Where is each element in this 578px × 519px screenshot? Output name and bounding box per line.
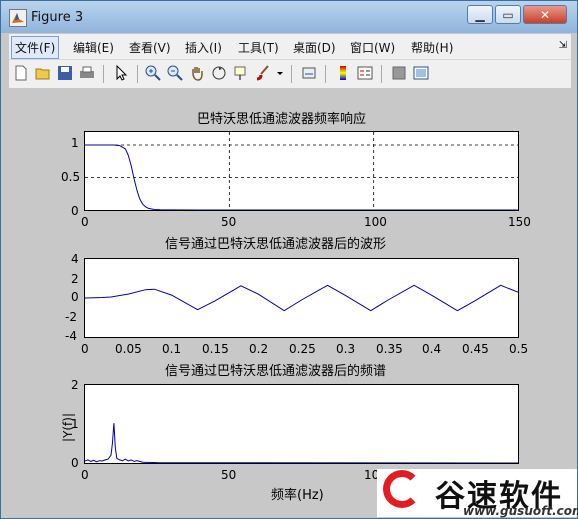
plot3-axes[interactable] — [84, 384, 519, 464]
plot2-ytick: -2 — [65, 310, 77, 324]
plot2-ytick: 4 — [71, 252, 79, 266]
toolbar-separator — [291, 65, 292, 83]
menu-window[interactable]: 窗口(W) — [350, 39, 395, 56]
zoom-in-icon[interactable] — [145, 65, 161, 81]
plot3-ylabel: |Y(f)| — [61, 412, 75, 442]
plot2-xtick: 0.2 — [249, 342, 269, 356]
plot1-ytick: 1 — [71, 136, 79, 150]
plot2-xtick: 0.35 — [376, 342, 403, 356]
menu-insert[interactable]: 插入(I) — [185, 39, 222, 56]
plot2-xtick: 0.1 — [162, 342, 182, 356]
plot1-xtick: 150 — [508, 215, 531, 229]
plot1-ytick: 0.5 — [61, 170, 81, 184]
figure-window: Figure 3 ▁ ▭ ✕ 文件(F) 编辑(E) 查看(V) 插入(I) 工… — [0, 0, 578, 519]
open-icon[interactable] — [35, 65, 51, 81]
save-icon[interactable] — [57, 65, 73, 81]
title-bar[interactable]: Figure 3 ▁ ▭ ✕ — [1, 1, 577, 33]
print-icon[interactable] — [79, 65, 95, 81]
menu-desktop[interactable]: 桌面(D) — [293, 39, 336, 56]
rotate-3d-icon[interactable] — [211, 65, 227, 81]
brand-url: www.gusuoft.com — [463, 504, 578, 518]
plot3-xtick: 0 — [81, 468, 89, 482]
plot2-ytick: 0 — [71, 290, 79, 304]
data-cursor-icon[interactable] — [233, 65, 249, 81]
plot2-svg — [85, 284, 518, 312]
plot2-axes[interactable] — [84, 258, 519, 338]
pan-hand-icon[interactable] — [189, 65, 205, 81]
new-figure-icon[interactable] — [13, 65, 29, 81]
plot2-title: 信号通过巴特沃思低通滤波器后的波形 — [165, 237, 387, 252]
colorbar-icon[interactable] — [335, 65, 351, 81]
plot1-axes[interactable] — [84, 131, 519, 211]
plot2-xtick: 0.4 — [422, 342, 442, 356]
plot2-xtick: 0.05 — [115, 342, 142, 356]
toolbar-separator — [381, 65, 382, 83]
plot1-title: 巴特沃思低通滤波器频率响应 — [197, 112, 367, 127]
close-icon: ✕ — [539, 8, 551, 22]
plot2-ytick: 2 — [71, 272, 79, 286]
plot1-svg — [85, 132, 518, 210]
window-title: Figure 3 — [31, 10, 84, 25]
minimize-button[interactable]: ▁ — [467, 5, 493, 24]
link-icon[interactable] — [301, 65, 317, 81]
plot2-xtick: 0.25 — [289, 342, 316, 356]
plot3-ytick: 2 — [71, 378, 79, 392]
plot1-ytick: 0 — [71, 204, 79, 218]
pointer-icon[interactable] — [113, 64, 129, 81]
toolbar-separator — [103, 65, 104, 83]
plot3-title: 信号通过巴特沃思低通滤波器后的频谱 — [165, 364, 387, 379]
brush-icon[interactable] — [255, 65, 271, 81]
plot3-ytick: 0 — [71, 456, 79, 470]
plot2-xtick: 0.15 — [202, 342, 229, 356]
toolbar-separator — [325, 65, 326, 83]
plot3-xlabel: 频率(Hz) — [271, 488, 324, 503]
plot1-xtick: 0 — [81, 215, 89, 229]
maximize-button[interactable]: ▭ — [495, 5, 521, 24]
figure-canvas: 巴特沃思低通滤波器频率响应 1 0.5 0 0 50 100 150 信号通过巴… — [9, 88, 571, 512]
menu-edit[interactable]: 编辑(E) — [73, 39, 114, 56]
menu-bar: 文件(F) 编辑(E) 查看(V) 插入(I) 工具(T) 桌面(D) 窗口(W… — [9, 34, 571, 59]
plot2-ytick: -4 — [65, 329, 77, 343]
plot2-xtick: 0.3 — [336, 342, 356, 356]
toolbar-separator — [137, 65, 138, 83]
plot3-xtick: 50 — [221, 468, 237, 482]
plot2-xtick: 0.45 — [462, 342, 489, 356]
plot2-xtick: 0.5 — [509, 342, 529, 356]
plot3-svg — [85, 423, 518, 463]
show-plot-tools-icon[interactable] — [413, 65, 429, 81]
series-line — [85, 423, 518, 463]
figure-toolbar — [9, 59, 571, 88]
brush-dropdown-icon[interactable] — [275, 65, 285, 81]
hide-plot-tools-icon[interactable] — [391, 65, 407, 81]
matlab-logo-icon — [9, 9, 27, 27]
menu-help[interactable]: 帮助(H) — [411, 39, 453, 56]
minimize-icon: ▁ — [475, 8, 485, 22]
plot1-xtick: 100 — [364, 215, 387, 229]
menu-overflow-icon[interactable]: ⇲ — [559, 40, 567, 51]
brand-logo-icon — [383, 470, 421, 508]
plot1-xtick: 50 — [221, 215, 237, 229]
menu-tools[interactable]: 工具(T) — [238, 39, 279, 56]
series-line — [85, 284, 518, 312]
brand-watermark: 谷速软件 www.gusuoft.com — [377, 469, 578, 518]
maximize-icon: ▭ — [502, 8, 514, 22]
menu-file[interactable]: 文件(F) — [11, 36, 60, 59]
zoom-out-icon[interactable] — [167, 65, 183, 81]
legend-icon[interactable] — [357, 65, 373, 81]
menu-view[interactable]: 查看(V) — [129, 39, 171, 56]
close-button[interactable]: ✕ — [523, 5, 567, 24]
plot2-xtick: 0 — [81, 342, 89, 356]
